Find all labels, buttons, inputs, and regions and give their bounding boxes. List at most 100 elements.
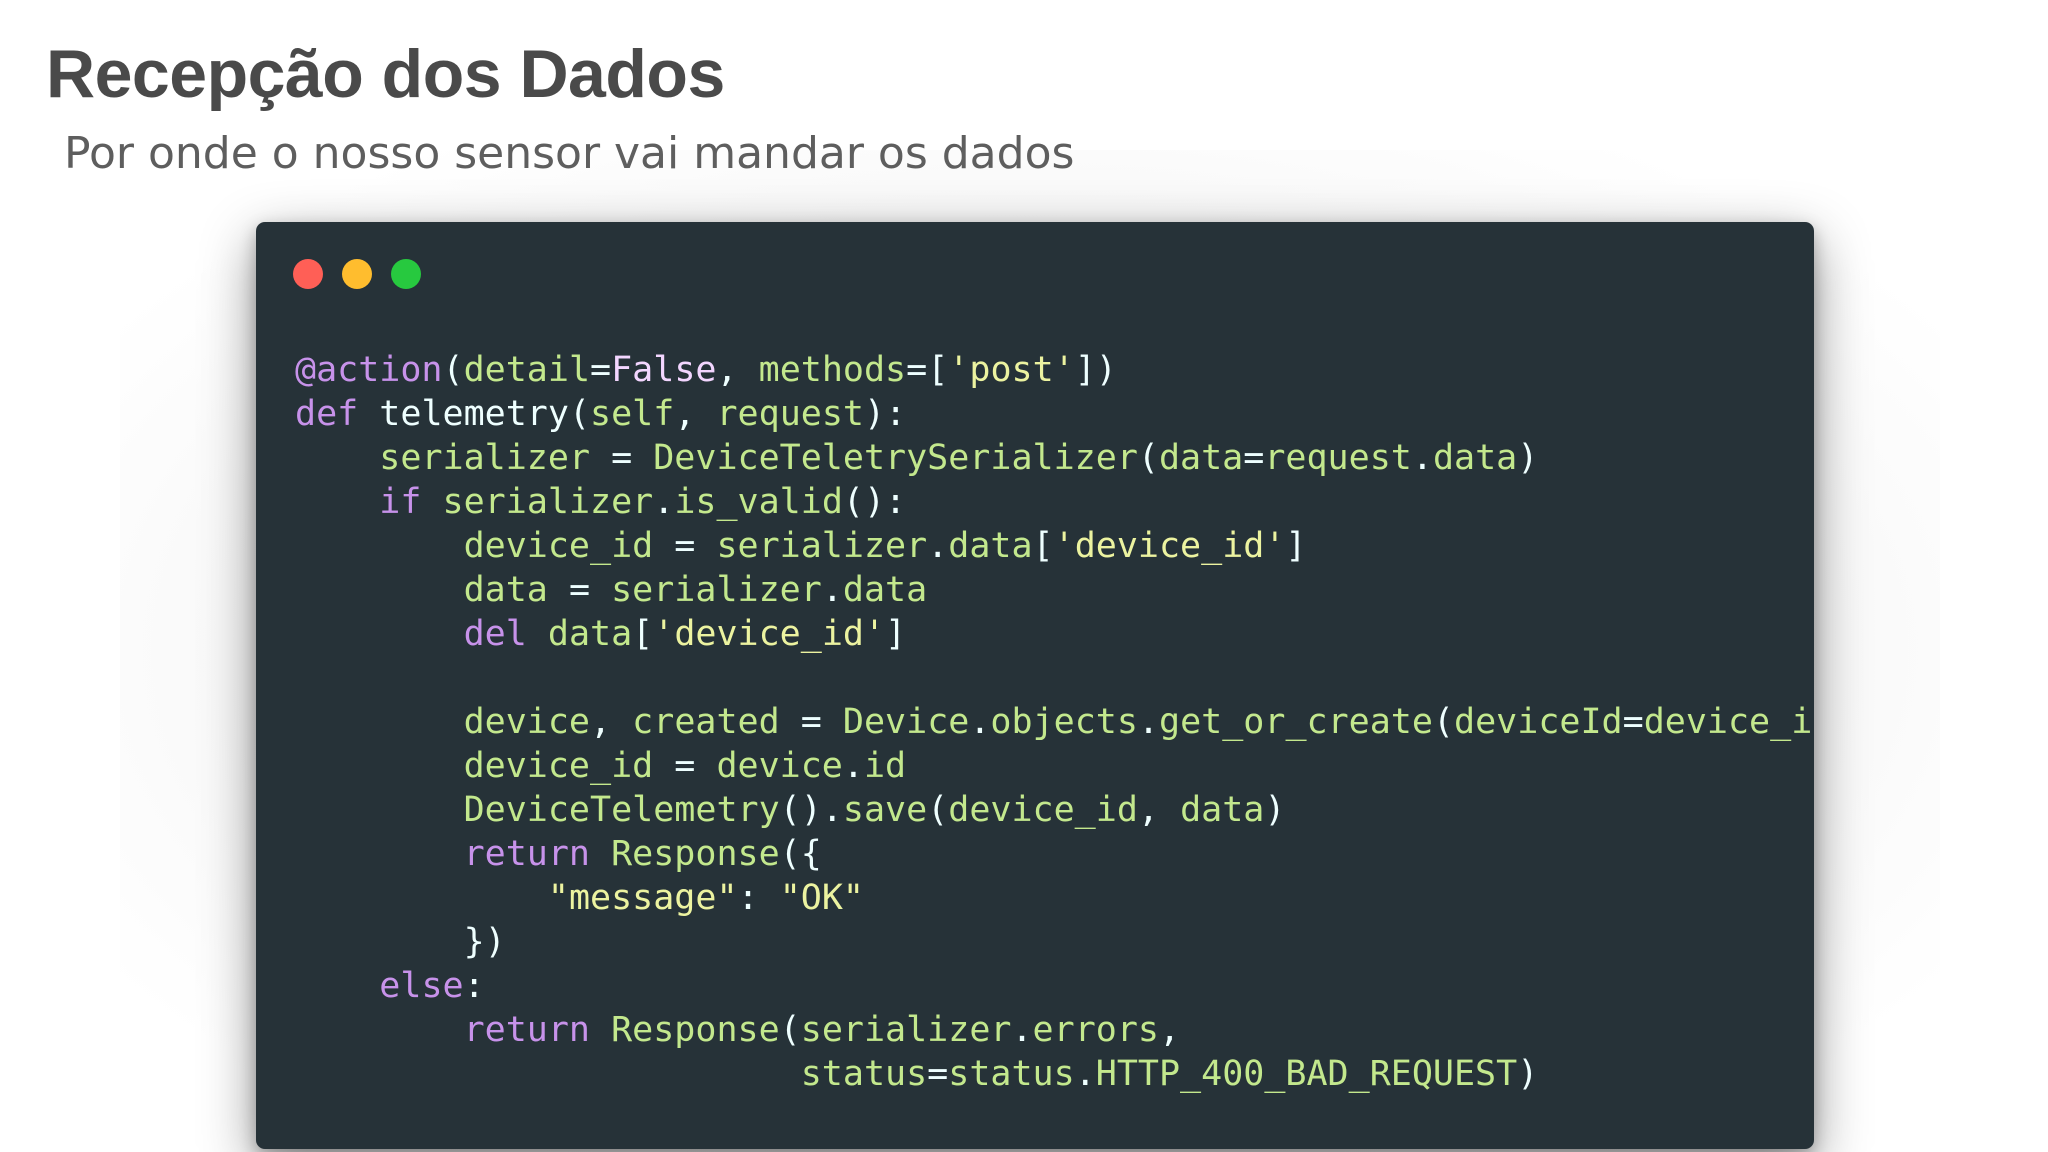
- code-token-punc: (: [442, 350, 464, 390]
- code-line: if serializer.is_valid():: [295, 480, 1814, 524]
- code-token-kw: def: [295, 394, 359, 434]
- code-token-punc: =: [590, 350, 612, 390]
- code-line: serializer = DeviceTeletrySerializer(dat…: [295, 436, 1814, 480]
- close-dot: [293, 259, 323, 289]
- code-token-var: request: [716, 394, 864, 434]
- code-token-punc: :: [737, 878, 780, 918]
- code-token-class: DeviceTelemetry: [463, 790, 780, 830]
- minimize-dot: [342, 259, 372, 289]
- window-controls: [293, 259, 421, 289]
- code-token-punc: =: [590, 438, 654, 478]
- code-token-kw: else: [379, 966, 464, 1006]
- code-token-punc: ({: [779, 834, 822, 874]
- code-line: device_id = serializer.data['device_id']: [295, 524, 1814, 568]
- code-line: def telemetry(self, request):: [295, 392, 1814, 436]
- code-line: return Response(serializer.errors,: [295, 1008, 1814, 1052]
- slide-title: Recepção dos Dados: [46, 36, 725, 112]
- code-token-meth: is_valid: [674, 482, 843, 522]
- code-token-meth: data: [1432, 438, 1518, 478]
- code-line: device, created = Device.objects.get_or_…: [295, 700, 1814, 744]
- code-window: @action(detail=False, methods=['post']) d…: [256, 222, 1814, 1149]
- code-token-var: device: [716, 746, 843, 786]
- code-token-punc: .: [1411, 438, 1433, 478]
- code-token-punc: [: [632, 614, 654, 654]
- code-token-str: 'device_id': [653, 614, 886, 654]
- code-line: device_id = device.id: [295, 744, 1814, 788]
- code-token-punc: (: [779, 1010, 801, 1050]
- code-token-punc: }): [463, 922, 506, 962]
- code-token-class: Device: [842, 702, 970, 742]
- code-token-punc: =[: [906, 350, 949, 390]
- code-token-punc: ,: [590, 702, 633, 742]
- code-token-meth: id: [863, 746, 907, 786]
- code-token-class: Response: [611, 834, 780, 874]
- code-token-meth: errors: [1032, 1010, 1159, 1050]
- code-token-punc: ]): [1074, 350, 1117, 390]
- code-token-punc: ):: [864, 394, 907, 434]
- code-token-str: 'device_id': [1053, 526, 1286, 566]
- code-token-var: device_id: [463, 526, 654, 566]
- code-token-punc: =: [547, 570, 612, 610]
- code-block: @action(detail=False, methods=['post']) d…: [295, 348, 1814, 1096]
- code-token-var: serializer: [716, 526, 928, 566]
- code-token-meth: data: [948, 526, 1033, 566]
- code-token-meth: get_or_create: [1159, 702, 1433, 742]
- code-token-punc: ]: [885, 614, 907, 654]
- code-token-var: data: [1180, 790, 1265, 830]
- code-token-punc: =: [779, 702, 843, 742]
- code-token-var: self: [590, 394, 675, 434]
- code-token-meth: objects: [990, 702, 1138, 742]
- code-line: }): [295, 920, 1814, 964]
- code-token-punc: .: [842, 746, 864, 786]
- code-token-punc: (: [927, 790, 949, 830]
- code-token-class: Response: [611, 1010, 780, 1050]
- code-token-attr: detail: [463, 350, 591, 390]
- code-token-punc: ,: [674, 394, 717, 434]
- code-line: DeviceTelemetry().save(device_id, data): [295, 788, 1814, 832]
- code-token-var: data: [547, 614, 633, 654]
- code-token-punc: =: [653, 746, 717, 786]
- code-token-punc: =: [1622, 702, 1644, 742]
- maximize-dot: [391, 259, 421, 289]
- code-line: data = serializer.data: [295, 568, 1814, 612]
- code-token-var: serializer: [379, 438, 591, 478]
- code-token-var: request: [1264, 438, 1412, 478]
- code-token-var: status: [948, 1054, 1075, 1094]
- code-token-punc: .: [1074, 1054, 1096, 1094]
- code-token-str: 'post': [948, 350, 1075, 390]
- code-token-punc: (: [568, 394, 591, 434]
- code-token-str: "OK": [779, 878, 864, 918]
- code-token-kw: return: [463, 834, 591, 874]
- code-token-punc: (: [1137, 438, 1159, 478]
- code-token-punc: .: [969, 702, 991, 742]
- code-token-fn: telemetry: [379, 394, 569, 434]
- code-line: "message": "OK": [295, 876, 1814, 920]
- code-token-punc: .: [927, 526, 949, 566]
- code-line: status=status.HTTP_400_BAD_REQUEST): [295, 1052, 1814, 1096]
- code-token-meth: HTTP_400_BAD_REQUEST: [1095, 1054, 1518, 1094]
- code-token-punc: .: [653, 482, 675, 522]
- code-token-punc: ]: [1285, 526, 1307, 566]
- code-token-punc: ): [1517, 438, 1539, 478]
- code-token-punc: :: [463, 966, 485, 1006]
- code-token-kw: return: [463, 1010, 591, 1050]
- code-line: return Response({: [295, 832, 1814, 876]
- code-line: else:: [295, 964, 1814, 1008]
- code-token-meth: data: [842, 570, 928, 610]
- code-token-var: serializer: [800, 1010, 1012, 1050]
